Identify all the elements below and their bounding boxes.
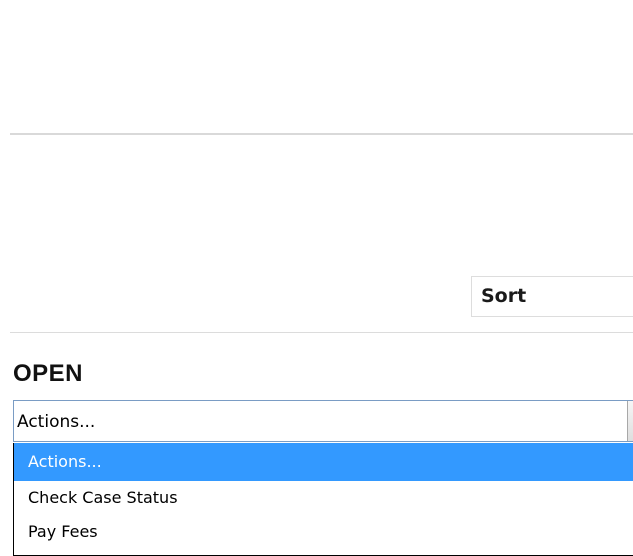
actions-select-value: Actions... — [17, 412, 96, 432]
sort-column-header[interactable]: Sort — [471, 276, 633, 317]
actions-select[interactable]: Actions... — [13, 400, 633, 442]
actions-select-toggle-button[interactable] — [627, 401, 633, 441]
section-title: OPEN — [13, 360, 84, 387]
page: Sort OPEN Actions... Actions... Check Ca… — [0, 0, 633, 556]
dropdown-option-check-case-status[interactable]: Check Case Status — [14, 481, 633, 515]
dropdown-option-pay-fees[interactable]: Pay Fees — [14, 515, 633, 549]
top-divider — [10, 133, 633, 135]
dropdown-option-actions[interactable]: Actions... — [14, 443, 633, 481]
middle-divider — [10, 332, 633, 333]
actions-dropdown-list: Actions... Check Case Status Pay Fees — [13, 443, 633, 556]
